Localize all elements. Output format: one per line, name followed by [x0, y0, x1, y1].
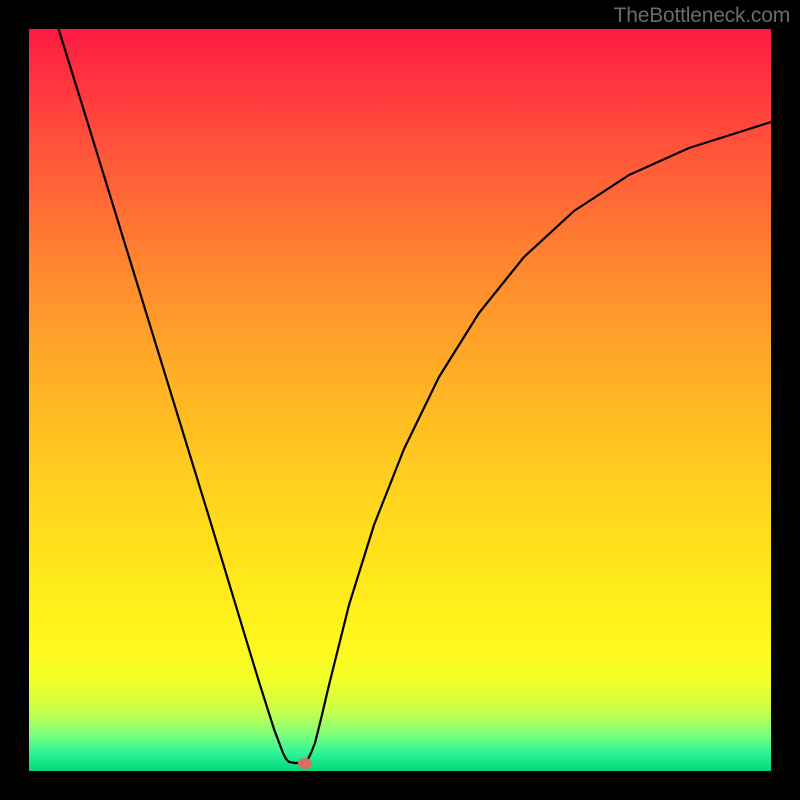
- bottleneck-marker: [298, 758, 312, 769]
- watermark-text: TheBottleneck.com: [614, 4, 790, 28]
- gradient-plot-area: [29, 29, 771, 771]
- bottleneck-curve: [29, 29, 771, 771]
